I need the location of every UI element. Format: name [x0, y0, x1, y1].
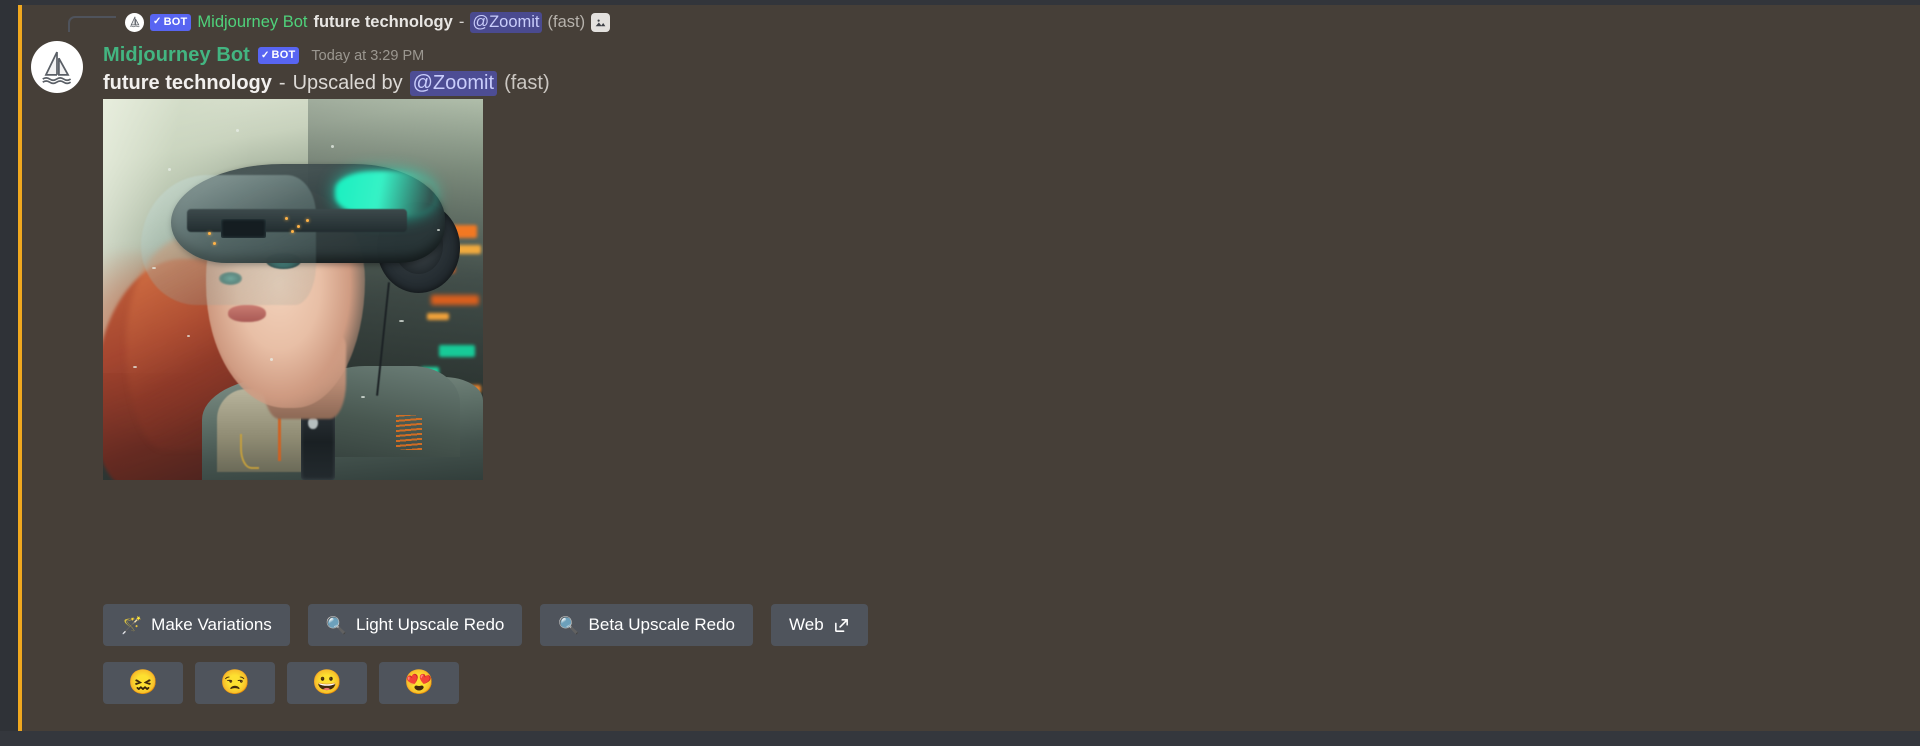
message-header: Midjourney Bot ✓ BOT Today at 3:29 PM: [103, 44, 424, 67]
message-separator: -: [278, 72, 286, 94]
reply-author-name[interactable]: Midjourney Bot: [197, 13, 307, 32]
reaction-grinning[interactable]: 😀: [287, 662, 367, 704]
action-button-row: 🪄 Make Variations 🔍 Light Upscale Redo 🔍…: [103, 604, 868, 646]
reply-separator: -: [458, 12, 465, 31]
message-action-text: Upscaled by: [292, 72, 403, 94]
reply-speed-label: (fast): [547, 12, 586, 31]
magnifying-glass-icon: 🔍: [325, 615, 347, 635]
light-upscale-redo-button[interactable]: 🔍 Light Upscale Redo: [307, 604, 523, 646]
upscaled-artwork[interactable]: [103, 99, 483, 480]
light-upscale-redo-label: Light Upscale Redo: [355, 615, 505, 634]
message-author-name[interactable]: Midjourney Bot: [103, 44, 250, 67]
artwork-canvas: [103, 99, 483, 480]
beta-upscale-redo-label: Beta Upscale Redo: [588, 615, 736, 634]
reaction-heart-eyes[interactable]: 😍: [379, 662, 459, 704]
message-content: future technology - Upscaled by @Zoomit …: [103, 71, 550, 96]
bot-badge-label: BOT: [271, 49, 296, 61]
left-gutter: [0, 0, 18, 746]
reaction-confounded[interactable]: 😖: [103, 662, 183, 704]
image-attachment-icon: [591, 12, 611, 32]
reply-user-mention[interactable]: @Zoomit: [470, 11, 542, 33]
web-button[interactable]: Web: [771, 604, 868, 646]
bottom-strip: [0, 731, 1920, 746]
beta-upscale-redo-button[interactable]: 🔍 Beta Upscale Redo: [540, 604, 754, 646]
reply-reference[interactable]: ✓ BOT Midjourney Bot future technology - …: [125, 5, 611, 39]
midjourney-sailboat-icon: [125, 12, 144, 32]
message-prompt-text: future technology: [103, 72, 272, 94]
sparkle-wand-icon: 🪄: [121, 615, 143, 635]
make-variations-label: Make Variations: [151, 615, 272, 634]
reply-bot-badge: ✓ BOT: [150, 13, 192, 31]
mention-accent-bar: [18, 5, 22, 731]
reaction-button-row: 😖 😒 😀 😍: [103, 662, 459, 704]
discord-channel-view: ✓ BOT Midjourney Bot future technology - …: [0, 0, 1920, 746]
external-link-icon: [833, 617, 850, 634]
magnifying-glass-icon: 🔍: [558, 615, 580, 635]
reply-connector-line: [68, 16, 116, 32]
message-timestamp: Today at 3:29 PM: [311, 47, 425, 64]
bot-badge-check: ✓: [260, 49, 270, 61]
bot-badge-label: BOT: [163, 15, 188, 28]
message-user-mention[interactable]: @Zoomit: [409, 71, 498, 96]
web-button-label: Web: [789, 615, 824, 634]
avatar[interactable]: [31, 41, 83, 93]
reaction-disappointed[interactable]: 😒: [195, 662, 275, 704]
message-bot-badge: ✓ BOT: [257, 47, 300, 64]
reply-prompt-text: future technology: [313, 12, 453, 31]
message-speed-label: (fast): [504, 72, 550, 94]
make-variations-button[interactable]: 🪄 Make Variations: [103, 604, 290, 646]
bot-badge-check: ✓: [153, 16, 162, 27]
